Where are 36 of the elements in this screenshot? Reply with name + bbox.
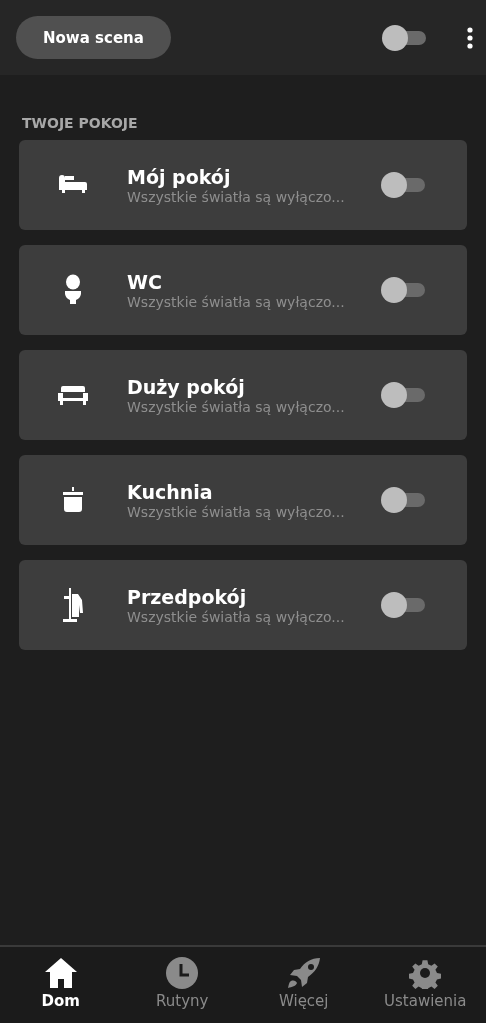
room-card[interactable]: Mój pokój Wszystkie światła są wyłączo...	[19, 140, 467, 230]
room-status: Wszystkie światła są wyłączo...	[127, 293, 346, 310]
toggle-switch[interactable]	[381, 591, 427, 619]
clock-icon	[166, 957, 199, 989]
room-name: Przedpokój	[127, 585, 248, 608]
nav-tab[interactable]: Dom	[0, 947, 122, 1023]
toggle-switch[interactable]	[382, 23, 428, 52]
nav-tab[interactable]: Rutyny	[121, 947, 243, 1023]
room-status: Wszystkie światła są wyłączo...	[127, 608, 346, 625]
chaise-lounge-icon	[58, 174, 88, 196]
coat-rack-icon	[61, 588, 85, 622]
room-name: Mój pokój	[127, 165, 232, 188]
room-status: Wszystkie światła są wyłączo...	[127, 503, 346, 520]
room-status: Wszystkie światła są wyłączo...	[127, 188, 346, 205]
room-card[interactable]: Kuchnia Wszystkie światła są wyłączo...	[19, 455, 467, 545]
rocket-icon	[286, 957, 321, 989]
room-card[interactable]: Duży pokój Wszystkie światła są wyłączo...	[19, 350, 467, 440]
home-icon	[43, 957, 78, 989]
toggle-switch[interactable]	[381, 276, 427, 304]
settings-icon	[409, 957, 442, 989]
room-name: WC	[127, 270, 163, 293]
room-card[interactable]: WC Wszystkie światła są wyłączo...	[19, 245, 467, 335]
new-scene-button[interactable]: Nowa scena	[16, 16, 171, 59]
toggle-switch[interactable]	[381, 171, 427, 199]
toggle-switch[interactable]	[381, 381, 427, 409]
section-title: TWOJE POKOJE	[22, 115, 139, 131]
toilet-icon	[63, 274, 83, 306]
room-name: Duży pokój	[127, 375, 246, 398]
nav-tab[interactable]: Więcej	[243, 947, 365, 1023]
cooking-pot-icon	[60, 487, 86, 513]
room-status: Wszystkie światła są wyłączo...	[127, 398, 346, 415]
nav-tab[interactable]: Ustawienia	[364, 947, 486, 1023]
sofa-icon	[58, 384, 88, 406]
toggle-switch[interactable]	[381, 486, 427, 514]
room-card[interactable]: Przedpokój Wszystkie światła są wyłączo...	[19, 560, 467, 650]
room-name: Kuchnia	[127, 480, 214, 503]
